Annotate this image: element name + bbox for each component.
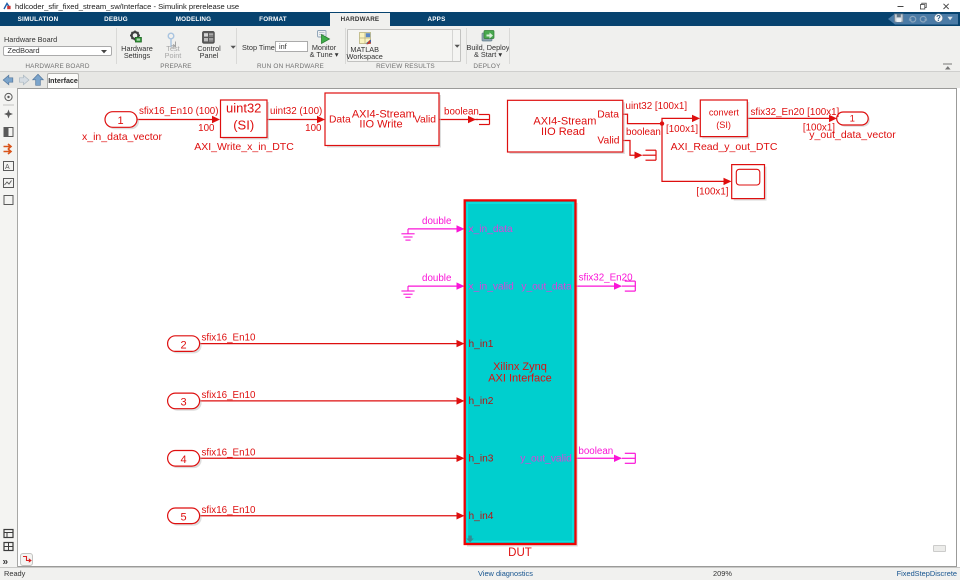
svg-text:uint32 [100x1]: uint32 [100x1] <box>626 101 688 112</box>
svg-text:sfix16_En10: sfix16_En10 <box>202 333 256 344</box>
svg-text:4: 4 <box>180 454 186 466</box>
svg-text:h_in4: h_in4 <box>469 511 494 522</box>
svg-text:y_out_data: y_out_data <box>521 281 572 292</box>
svg-text:sfix16_En10: sfix16_En10 <box>202 447 256 458</box>
svg-text:100: 100 <box>198 123 215 134</box>
svg-text:x_in_data: x_in_data <box>469 224 514 235</box>
svg-text:h_in1: h_in1 <box>469 339 494 350</box>
svg-text:Xilinx Zynq: Xilinx Zynq <box>493 361 547 373</box>
svg-text:(SI): (SI) <box>233 117 254 132</box>
svg-text:convert: convert <box>709 108 740 118</box>
svg-text:100: 100 <box>305 123 322 134</box>
svg-text:h_in3: h_in3 <box>469 454 494 465</box>
svg-text:2: 2 <box>180 339 186 351</box>
svg-text:(SI): (SI) <box>716 120 731 130</box>
svg-text:uint32 (100): uint32 (100) <box>270 106 322 117</box>
svg-text:sfix32_En20: sfix32_En20 <box>579 272 633 283</box>
svg-text:h_in2: h_in2 <box>469 396 494 407</box>
svg-text:sfix16_En10: sfix16_En10 <box>202 505 256 516</box>
svg-text:Data: Data <box>329 115 351 126</box>
svg-text:boolean: boolean <box>444 106 479 117</box>
svg-text:y_out_data_vector: y_out_data_vector <box>809 129 896 141</box>
svg-text:uint32: uint32 <box>226 101 261 116</box>
svg-text:[100x1]: [100x1] <box>666 124 698 135</box>
svg-text:1: 1 <box>850 114 855 125</box>
svg-text:DUT: DUT <box>508 547 532 559</box>
svg-text:[100x1]: [100x1] <box>696 186 728 197</box>
svg-text:AXI_Write_x_in_DTC: AXI_Write_x_in_DTC <box>194 141 294 153</box>
svg-text:boolean: boolean <box>578 446 613 457</box>
svg-text:double: double <box>422 273 452 284</box>
svg-text:x_in_data_vector: x_in_data_vector <box>82 131 162 143</box>
svg-text:boolean: boolean <box>626 127 661 138</box>
svg-text:x_in_valid: x_in_valid <box>469 281 515 292</box>
svg-text:AXI_Read_y_out_DTC: AXI_Read_y_out_DTC <box>671 141 778 153</box>
svg-text:1: 1 <box>117 115 123 127</box>
svg-text:IIO Write: IIO Write <box>359 119 402 131</box>
svg-text:AXI Interface: AXI Interface <box>488 372 552 384</box>
svg-text:sfix16_En10: sfix16_En10 <box>202 390 256 401</box>
svg-text:double: double <box>422 216 452 227</box>
svg-text:Data: Data <box>597 109 619 120</box>
svg-text:Valid: Valid <box>414 115 436 126</box>
svg-text:IIO Read: IIO Read <box>541 126 585 138</box>
svg-text:5: 5 <box>180 512 186 524</box>
svg-text:sfix16_En10 (100): sfix16_En10 (100) <box>139 106 219 117</box>
svg-text:y_out_valid: y_out_valid <box>520 454 572 465</box>
svg-text:3: 3 <box>180 397 186 409</box>
svg-text:sfix32_En20 [100x1]: sfix32_En20 [100x1] <box>751 107 840 118</box>
svg-text:Valid: Valid <box>597 135 619 146</box>
